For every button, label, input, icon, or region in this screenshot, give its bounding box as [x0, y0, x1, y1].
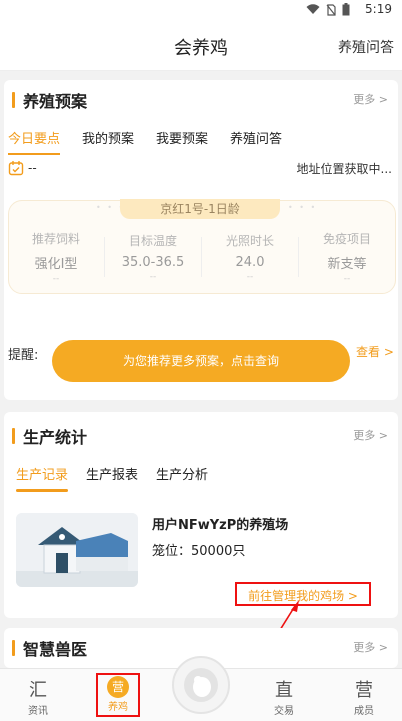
metric-label: 推荐饲料 [31, 232, 80, 246]
nav-label: 资讯 [28, 706, 48, 717]
chicken-icon: 营 [107, 676, 129, 698]
divider [201, 237, 202, 277]
farm-thumbnail[interactable] [16, 513, 138, 587]
metric-temperature: 目标温度 35.0-36.5 -- [113, 232, 193, 282]
tab-production-record[interactable]: 生产记录 [16, 464, 69, 492]
nav-members[interactable]: 营 成员 [334, 676, 394, 717]
metric-light: 光照时长 24.0 -- [210, 232, 290, 282]
nav-news[interactable]: 汇 资讯 [8, 676, 68, 717]
barn-illustration-icon [16, 513, 138, 587]
nav-chicken[interactable]: 营 养鸡 [88, 676, 148, 713]
news-icon: 汇 [29, 680, 47, 701]
vet-section-title: 智慧兽医 [12, 636, 87, 660]
tab-my-plan[interactable]: 我的预案 [82, 128, 134, 147]
farm-name: 用户NFwYzP的养殖场 [152, 518, 289, 533]
divider [298, 237, 299, 277]
metric-value: 新支等 [327, 257, 367, 272]
tab-qa[interactable]: 养殖问答 [230, 128, 282, 147]
tab-production-report[interactable]: 生产报表 [86, 464, 138, 483]
top-nav: 会养鸡 养殖问答 [0, 20, 402, 71]
metric-sub: -- [246, 272, 254, 282]
metric-label: 免疫项目 [322, 232, 371, 246]
nav-label: 交易 [274, 706, 294, 717]
recommend-more-button[interactable]: 为您推荐更多预案，点击查询 [52, 340, 350, 382]
accent-bar [12, 92, 15, 108]
status-icons [306, 3, 350, 16]
nav-trade[interactable]: 直 交易 [254, 676, 314, 717]
members-icon: 营 [355, 680, 373, 701]
production-tabs: 生产记录 生产报表 生产分析 [16, 464, 208, 492]
nav-label: 成员 [354, 706, 374, 717]
metric-sub: -- [52, 274, 60, 284]
metric-value: 24.0 [235, 255, 265, 270]
plan-section-title: 养殖预案 [12, 88, 87, 112]
metric-label: 光照时长 [225, 234, 274, 248]
qa-link[interactable]: 养殖问答 [338, 37, 394, 57]
cage-count: 笼位：50000只 [152, 544, 246, 559]
metric-value: 35.0-36.5 [121, 255, 185, 270]
vet-title-text: 智慧兽医 [23, 640, 88, 659]
plan-tabs: 今日要点 我的预案 我要预案 养殖问答 [8, 128, 282, 155]
date-value: -- [28, 161, 37, 175]
date-row: -- [8, 160, 37, 176]
breed-badge: 京红1号-1日龄 [120, 199, 280, 219]
tab-production-analysis[interactable]: 生产分析 [156, 464, 208, 483]
divider [104, 237, 105, 277]
metric-feed: 推荐饲料 强化I型 -- [16, 230, 96, 284]
metric-immunization: 免疫项目 新支等 -- [307, 230, 387, 284]
calendar-icon[interactable] [8, 160, 24, 176]
metric-label: 目标温度 [128, 234, 177, 248]
metric-value: 强化I型 [34, 257, 78, 272]
status-time: 5:19 [365, 2, 392, 16]
production-section-title: 生产统计 [12, 424, 87, 448]
production-more-link[interactable]: 更多 > [353, 427, 388, 443]
plan-more-link[interactable]: 更多 > [353, 91, 388, 107]
battery-icon [342, 3, 350, 16]
nav-label: 养鸡 [108, 702, 128, 713]
reminder-label: 提醒: [8, 348, 39, 363]
accent-bar [12, 640, 15, 656]
trade-icon: 直 [275, 680, 293, 701]
production-title-text: 生产统计 [23, 428, 88, 447]
vet-more-link[interactable]: 更多 > [353, 639, 388, 655]
wifi-icon [306, 4, 320, 14]
metric-sub: -- [343, 274, 351, 284]
location-text: 地址位置获取中... [296, 162, 392, 176]
tab-today[interactable]: 今日要点 [8, 128, 61, 155]
metric-sub: -- [149, 272, 157, 282]
no-sim-icon [326, 3, 336, 16]
center-logo-icon [184, 668, 218, 702]
tab-want-plan[interactable]: 我要预案 [156, 128, 208, 147]
accent-bar [12, 428, 15, 444]
status-bar: 5:19 [0, 0, 402, 20]
pill-dots-right: • • • [288, 203, 318, 212]
view-link[interactable]: 查看 > [356, 343, 394, 360]
metrics-row: 推荐饲料 强化I型 -- 目标温度 35.0-36.5 -- 光照时长 24.0… [16, 230, 387, 284]
nav-center-button[interactable] [172, 656, 230, 714]
plan-title-text: 养殖预案 [23, 92, 88, 111]
